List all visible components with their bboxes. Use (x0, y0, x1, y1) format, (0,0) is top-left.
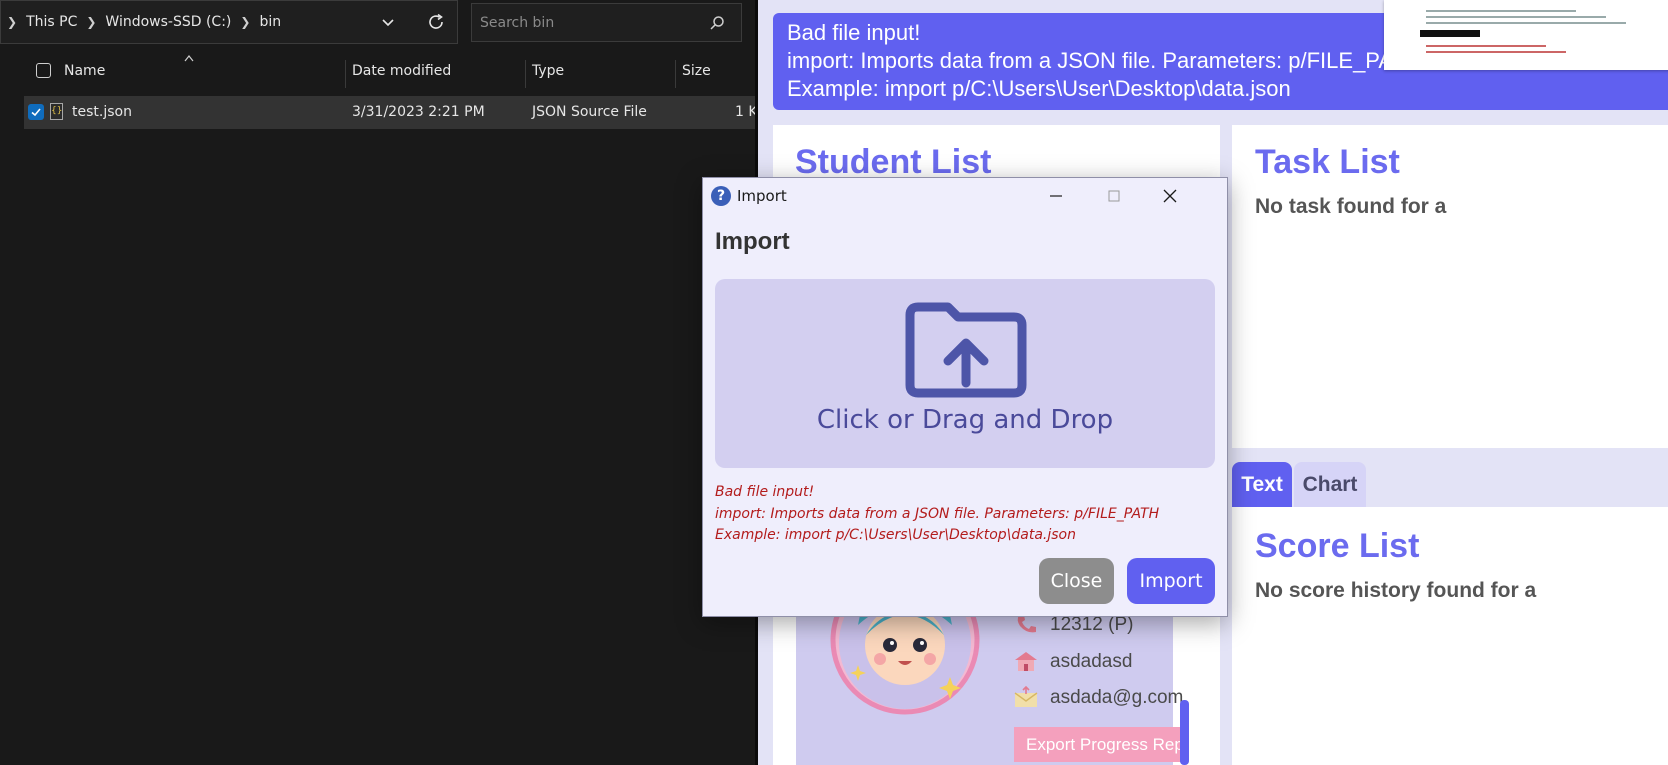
file-date: 3/31/2023 2:21 PM (352, 104, 485, 120)
dialog-window-title: Import (737, 187, 787, 205)
task-empty-message: No task found for a (1255, 195, 1447, 218)
close-button[interactable]: Close (1039, 558, 1114, 604)
column-divider[interactable] (345, 60, 346, 88)
preview-line (1426, 10, 1576, 12)
student-email: asdada@g.com (1050, 687, 1184, 708)
column-name[interactable]: Name (64, 63, 105, 79)
error-line: import: Imports data from a JSON file. P… (715, 505, 1160, 522)
file-name: test.json (72, 104, 132, 120)
breadcrumb-chevron-icon: ❯ (240, 15, 251, 29)
drop-zone-label: Click or Drag and Drop (816, 405, 1114, 435)
breadcrumb-drive[interactable]: Windows-SSD (C:) (105, 14, 231, 30)
preview-line (1426, 45, 1546, 47)
task-list-panel: Task List No task found for a (1232, 125, 1668, 448)
preview-line (1426, 22, 1626, 24)
tab-chart[interactable]: Chart (1294, 462, 1366, 507)
score-list-title: Score List (1255, 527, 1420, 565)
import-button[interactable]: Import (1127, 558, 1215, 604)
error-line: Bad file input! (715, 484, 815, 500)
dialog-heading: Import (715, 228, 790, 255)
preview-line (1426, 51, 1566, 53)
column-size[interactable]: Size (682, 63, 711, 79)
breadcrumb-chevron-icon: ❯ (7, 15, 18, 29)
minimize-icon[interactable] (1044, 184, 1068, 208)
chevron-down-icon[interactable] (379, 13, 397, 31)
sort-ascending-icon (184, 55, 194, 62)
breadcrumb-folder[interactable]: bin (259, 14, 281, 30)
refresh-icon[interactable] (426, 12, 446, 32)
breadcrumb-this-pc[interactable]: This PC (26, 14, 77, 30)
student-phone: 12312 (P) (1050, 614, 1134, 635)
scrollbar-thumb[interactable] (1180, 700, 1189, 765)
file-checkbox[interactable] (28, 104, 44, 120)
column-header-row: Name Date modified Type Size (0, 52, 755, 92)
student-address: asdadasd (1050, 651, 1133, 672)
score-list-panel: Score List No score history found for a (1232, 507, 1668, 765)
maximize-icon[interactable] (1102, 184, 1126, 208)
column-divider[interactable] (675, 60, 676, 88)
file-explorer: ❯ This PC ❯ Windows-SSD (C:) ❯ bin Name … (0, 0, 764, 765)
banner-line: Example: import p/C:\Users\User\Desktop\… (787, 76, 1291, 101)
json-file-icon: {} (50, 103, 63, 120)
file-type: JSON Source File (532, 104, 647, 120)
search-input[interactable] (480, 12, 700, 34)
address-bar[interactable]: ❯ This PC ❯ Windows-SSD (C:) ❯ bin (0, 0, 458, 44)
checkmark-icon (31, 108, 41, 117)
dialog-titlebar[interactable]: ? Import (703, 178, 1227, 214)
error-line: Example: import p/C:\Users\User\Desktop\… (715, 527, 1076, 543)
select-all-checkbox[interactable] (36, 63, 51, 78)
breadcrumb-chevron-icon: ❯ (86, 15, 97, 29)
email-icon (1014, 685, 1038, 707)
search-icon[interactable] (709, 15, 725, 31)
file-drop-zone[interactable]: Click or Drag and Drop (715, 279, 1215, 468)
folder-upload-icon (905, 302, 1027, 398)
column-date-modified[interactable]: Date modified (352, 63, 451, 79)
tab-text[interactable]: Text (1232, 462, 1292, 507)
search-box[interactable] (471, 3, 742, 42)
preview-bar (1420, 30, 1480, 37)
document-preview-thumbnail (1384, 0, 1668, 70)
file-row[interactable]: {} test.json 3/31/2023 2:21 PM JSON Sour… (24, 96, 764, 129)
import-error-message: Bad file input! import: Imports data fro… (715, 482, 1159, 547)
close-icon[interactable] (1158, 184, 1182, 208)
column-type[interactable]: Type (532, 63, 564, 79)
column-divider[interactable] (525, 60, 526, 88)
question-icon: ? (711, 186, 731, 206)
export-progress-button[interactable]: Export Progress Report (1014, 727, 1184, 762)
score-empty-message: No score history found for a (1255, 579, 1537, 602)
task-list-title: Task List (1255, 143, 1400, 181)
home-icon (1015, 652, 1037, 671)
import-dialog: ? Import Import Click or Drag and Drop B… (702, 177, 1228, 617)
preview-line (1426, 16, 1606, 18)
